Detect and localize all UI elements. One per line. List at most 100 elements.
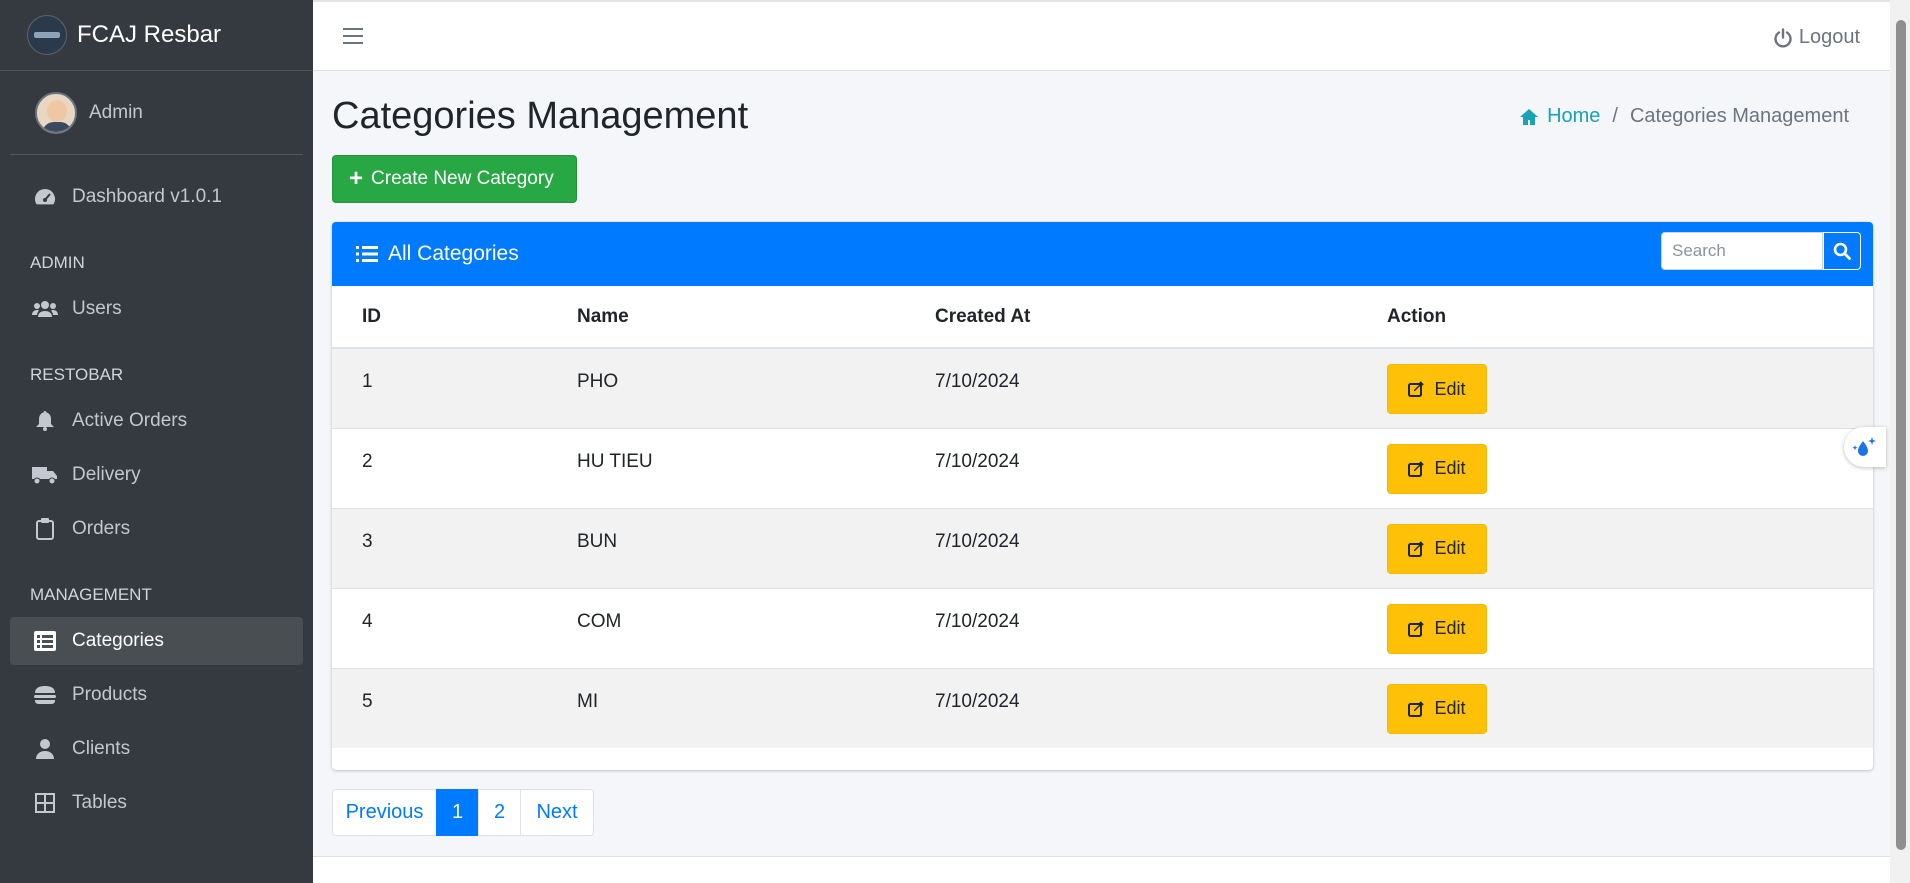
logout-link[interactable]: Logout	[1773, 26, 1860, 49]
edit-button[interactable]: Edit	[1387, 603, 1487, 654]
table-row: 1 PHO 7/10/2024 Edit	[332, 347, 1873, 428]
truck-icon	[32, 464, 58, 486]
card-title-label: All Categories	[388, 242, 519, 265]
edit-label: Edit	[1434, 538, 1466, 558]
content-wrapper: Categories Management Home / Categories …	[313, 71, 1890, 856]
table-row: 5 MI 7/10/2024 Edit	[332, 667, 1873, 748]
edit-label: Edit	[1434, 458, 1466, 478]
search-input[interactable]	[1661, 232, 1823, 270]
sidebar-item-label: Categories	[72, 630, 164, 651]
user-panel[interactable]: Admin	[10, 71, 303, 155]
breadcrumb-home-link[interactable]: Home	[1519, 105, 1600, 128]
cell-action: Edit	[1357, 347, 1873, 428]
scrollbar-thumb[interactable]	[1896, 20, 1906, 850]
sidebar-item-products[interactable]: Products	[10, 671, 303, 719]
table-row: 3 BUN 7/10/2024 Edit	[332, 507, 1873, 588]
nav-header-restobar: RESTOBAR	[30, 365, 124, 384]
users-icon	[32, 298, 58, 320]
nav-header-management: MANAGEMENT	[30, 585, 152, 604]
cell-created-at: 7/10/2024	[905, 667, 1357, 748]
sparkle-drop-icon[interactable]	[1844, 427, 1886, 467]
cell-id: 3	[332, 507, 547, 588]
clipboard-icon	[32, 518, 58, 540]
sidebar: FCAJ Resbar Admin Dashboard v1.0.1 ADMIN…	[0, 0, 313, 883]
burger-icon	[32, 684, 58, 706]
cell-created-at: 7/10/2024	[905, 427, 1357, 508]
pagination: Previous 1 2 Next	[332, 789, 594, 836]
list-icon	[356, 246, 378, 262]
column-header-id[interactable]: ID	[332, 286, 547, 349]
sidebar-item-label: Products	[72, 684, 147, 705]
edit-button[interactable]: Edit	[1387, 443, 1487, 494]
page-title: Categories Management	[332, 95, 749, 137]
pagination-page-1[interactable]: 1	[436, 789, 479, 836]
cell-action: Edit	[1357, 507, 1873, 588]
nav-header-admin: ADMIN	[30, 253, 85, 272]
sidebar-item-label: Users	[72, 298, 122, 319]
breadcrumb: Home / Categories Management	[1519, 105, 1849, 128]
cell-created-at: 7/10/2024	[905, 347, 1357, 428]
tachometer-icon	[32, 186, 58, 208]
sidebar-item-categories[interactable]: Categories	[10, 617, 303, 665]
sidebar-item-users[interactable]: Users	[10, 285, 303, 333]
sidebar-item-label: Clients	[72, 738, 131, 759]
list-icon	[32, 630, 58, 652]
search-button[interactable]	[1823, 232, 1861, 270]
sidebar-item-orders[interactable]: Orders	[10, 505, 303, 553]
cell-action: Edit	[1357, 667, 1873, 748]
column-header-created-at[interactable]: Created At	[905, 286, 1357, 349]
sidebar-item-clients[interactable]: Clients	[10, 725, 303, 773]
pagination-previous[interactable]: Previous	[332, 789, 437, 836]
create-category-button[interactable]: + Create New Category	[332, 155, 577, 203]
edit-label: Edit	[1434, 378, 1466, 399]
edit-button[interactable]: Edit	[1387, 364, 1487, 414]
brand-name: FCAJ Resbar	[77, 21, 222, 48]
brand-link[interactable]: FCAJ Resbar	[0, 0, 313, 71]
sidebar-nav: Dashboard v1.0.1 ADMIN Users RESTOBAR Ac…	[0, 155, 313, 843]
sidebar-item-label: Dashboard v1.0.1	[72, 186, 222, 207]
cell-name: MI	[547, 667, 905, 748]
user-name: Admin	[89, 101, 143, 123]
user-icon	[32, 738, 58, 760]
card-header: All Categories	[332, 222, 1873, 286]
column-header-name[interactable]: Name	[547, 286, 905, 349]
sidebar-item-tables[interactable]: Tables	[10, 779, 303, 827]
sidebar-item-label: Active Orders	[72, 410, 188, 431]
breadcrumb-home-label: Home	[1547, 105, 1601, 127]
avatar	[35, 91, 77, 134]
search-group	[1661, 232, 1861, 270]
pagination-page-2[interactable]: 2	[478, 789, 521, 836]
breadcrumb-separator: /	[1612, 105, 1618, 127]
edit-label: Edit	[1434, 618, 1466, 638]
breadcrumb-current: Categories Management	[1629, 105, 1849, 127]
edit-button[interactable]: Edit	[1387, 683, 1487, 734]
sidebar-item-active-orders[interactable]: Active Orders	[10, 397, 303, 445]
table-row: 2 HU TIEU 7/10/2024 Edit	[332, 427, 1873, 508]
cell-id: 4	[332, 587, 547, 668]
logout-label: Logout	[1798, 26, 1860, 48]
categories-card: All Categories ID Name Created At Action	[332, 222, 1873, 770]
edit-button[interactable]: Edit	[1387, 523, 1487, 574]
edit-icon	[1408, 540, 1425, 557]
pagination-next[interactable]: Next	[520, 789, 594, 836]
edit-label: Edit	[1434, 698, 1466, 718]
cell-id: 2	[332, 427, 547, 508]
sidebar-item-delivery[interactable]: Delivery	[10, 451, 303, 499]
sidebar-item-dashboard[interactable]: Dashboard v1.0.1	[10, 173, 303, 221]
brand-logo	[27, 15, 67, 55]
cell-name: COM	[547, 587, 905, 668]
cell-action: Edit	[1357, 427, 1873, 508]
plus-icon: +	[349, 165, 364, 192]
cell-id: 5	[332, 667, 547, 748]
cell-created-at: 7/10/2024	[905, 587, 1357, 668]
menu-toggle-icon[interactable]	[343, 28, 363, 44]
power-icon	[1774, 27, 1792, 47]
home-icon	[1520, 108, 1539, 125]
grid-icon	[32, 792, 58, 814]
cell-id: 1	[332, 347, 547, 428]
scrollbar[interactable]	[1890, 0, 1910, 883]
bell-icon	[32, 410, 58, 432]
sidebar-item-label: Delivery	[72, 464, 141, 485]
sidebar-item-label: Tables	[72, 792, 127, 813]
edit-icon	[1408, 620, 1425, 637]
